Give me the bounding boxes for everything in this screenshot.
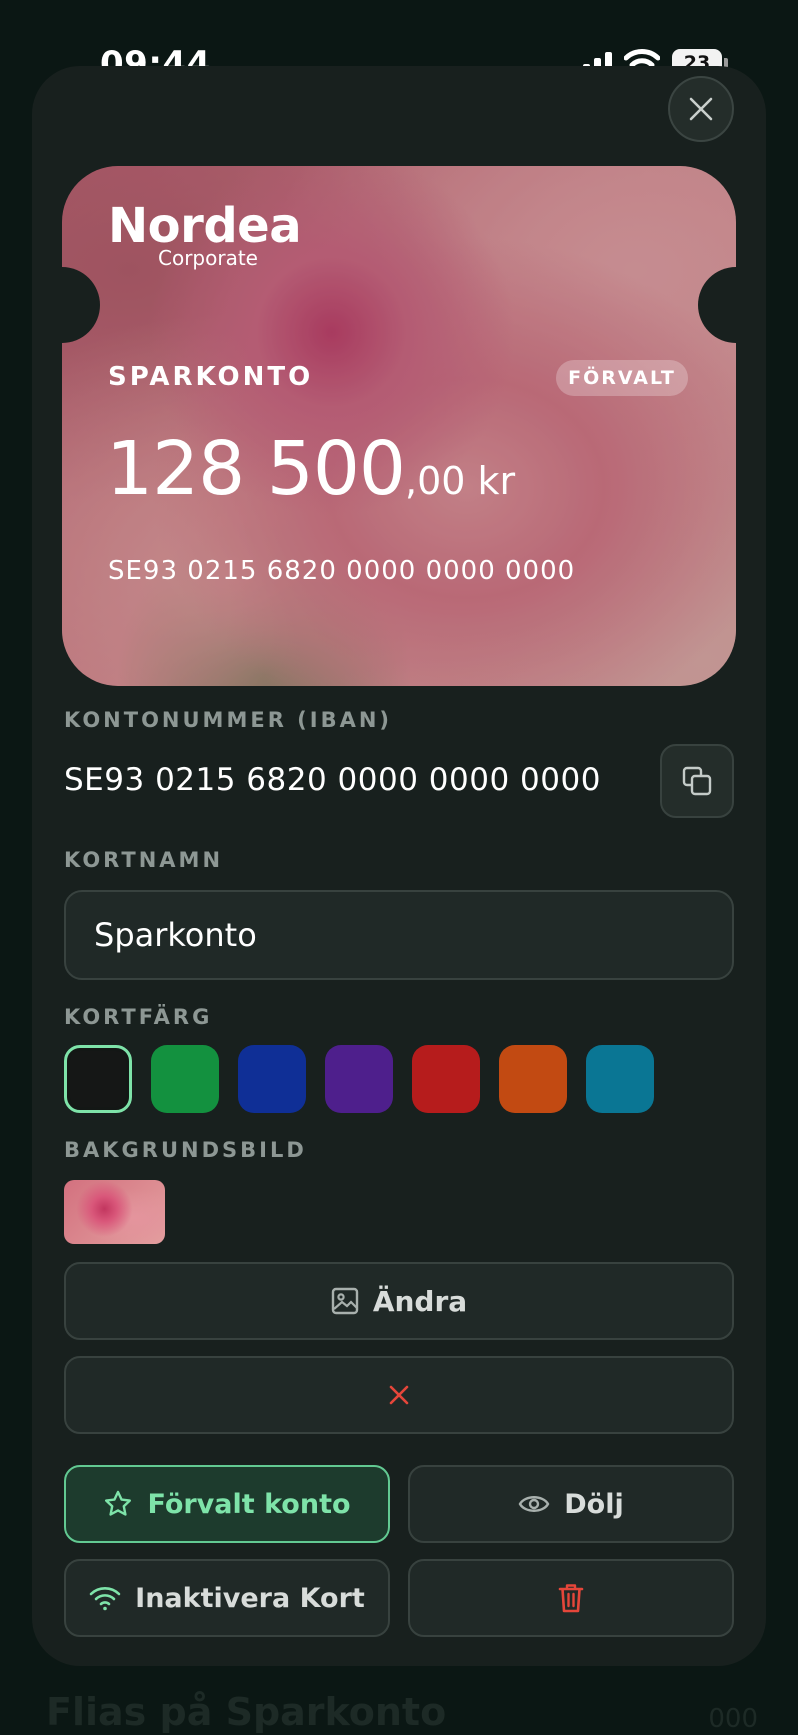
change-background-button[interactable]: Ändra bbox=[64, 1262, 734, 1340]
eye-icon bbox=[518, 1496, 550, 1512]
color-swatch[interactable] bbox=[64, 1045, 132, 1113]
account-card: Nordea Corporate SPARKONTO FÖRVALT 128 5… bbox=[62, 166, 736, 686]
color-swatch[interactable] bbox=[499, 1045, 567, 1113]
card-account-name: SPARKONTO bbox=[108, 362, 314, 392]
set-default-account-label: Förvalt konto bbox=[147, 1488, 351, 1520]
background-page-title: Flias på Sparkonto bbox=[46, 1690, 447, 1734]
delete-account-button[interactable] bbox=[408, 1559, 734, 1637]
background-page-value: 000 bbox=[708, 1704, 758, 1734]
iban-label: KONTONUMMER (IBAN) bbox=[64, 708, 393, 732]
color-swatch[interactable] bbox=[325, 1045, 393, 1113]
deactivate-card-label: Inaktivera Kort bbox=[135, 1582, 365, 1614]
hide-account-label: Dölj bbox=[564, 1488, 624, 1520]
background-image-label: BAKGRUNDSBILD bbox=[64, 1138, 307, 1162]
remove-background-button[interactable] bbox=[64, 1356, 734, 1434]
card-balance: 128 500,00 kr bbox=[106, 426, 515, 512]
copy-iban-button[interactable] bbox=[660, 744, 734, 818]
close-button[interactable] bbox=[668, 76, 734, 142]
background-image-thumbnail bbox=[64, 1180, 165, 1244]
card-iban: SE93 0215 6820 0000 0000 0000 bbox=[108, 556, 576, 586]
card-name-label: KORTNAMN bbox=[64, 848, 224, 872]
color-swatch[interactable] bbox=[238, 1045, 306, 1113]
balance-main: 128 500 bbox=[106, 426, 406, 512]
balance-decimals: ,00 kr bbox=[405, 459, 516, 503]
card-color-label: KORTFÄRG bbox=[64, 1005, 213, 1029]
hide-account-button[interactable]: Dölj bbox=[408, 1465, 734, 1543]
set-default-account-button[interactable]: Förvalt konto bbox=[64, 1465, 390, 1543]
color-swatch[interactable] bbox=[412, 1045, 480, 1113]
bank-logo-sublabel: Corporate bbox=[158, 246, 258, 270]
change-background-label: Ändra bbox=[372, 1284, 468, 1318]
iban-value: SE93 0215 6820 0000 0000 0000 bbox=[64, 762, 601, 798]
star-icon bbox=[105, 1490, 132, 1516]
deactivate-card-button[interactable]: Inaktivera Kort bbox=[64, 1559, 390, 1637]
copy-icon bbox=[682, 766, 712, 796]
contactless-icon bbox=[89, 1587, 121, 1611]
image-icon bbox=[331, 1287, 359, 1315]
color-swatch[interactable] bbox=[151, 1045, 219, 1113]
x-icon bbox=[389, 1385, 409, 1405]
color-swatch[interactable] bbox=[586, 1045, 654, 1113]
close-icon bbox=[689, 97, 713, 121]
trash-icon bbox=[558, 1584, 584, 1613]
card-name-input[interactable] bbox=[64, 890, 734, 980]
default-badge: FÖRVALT bbox=[556, 360, 688, 396]
